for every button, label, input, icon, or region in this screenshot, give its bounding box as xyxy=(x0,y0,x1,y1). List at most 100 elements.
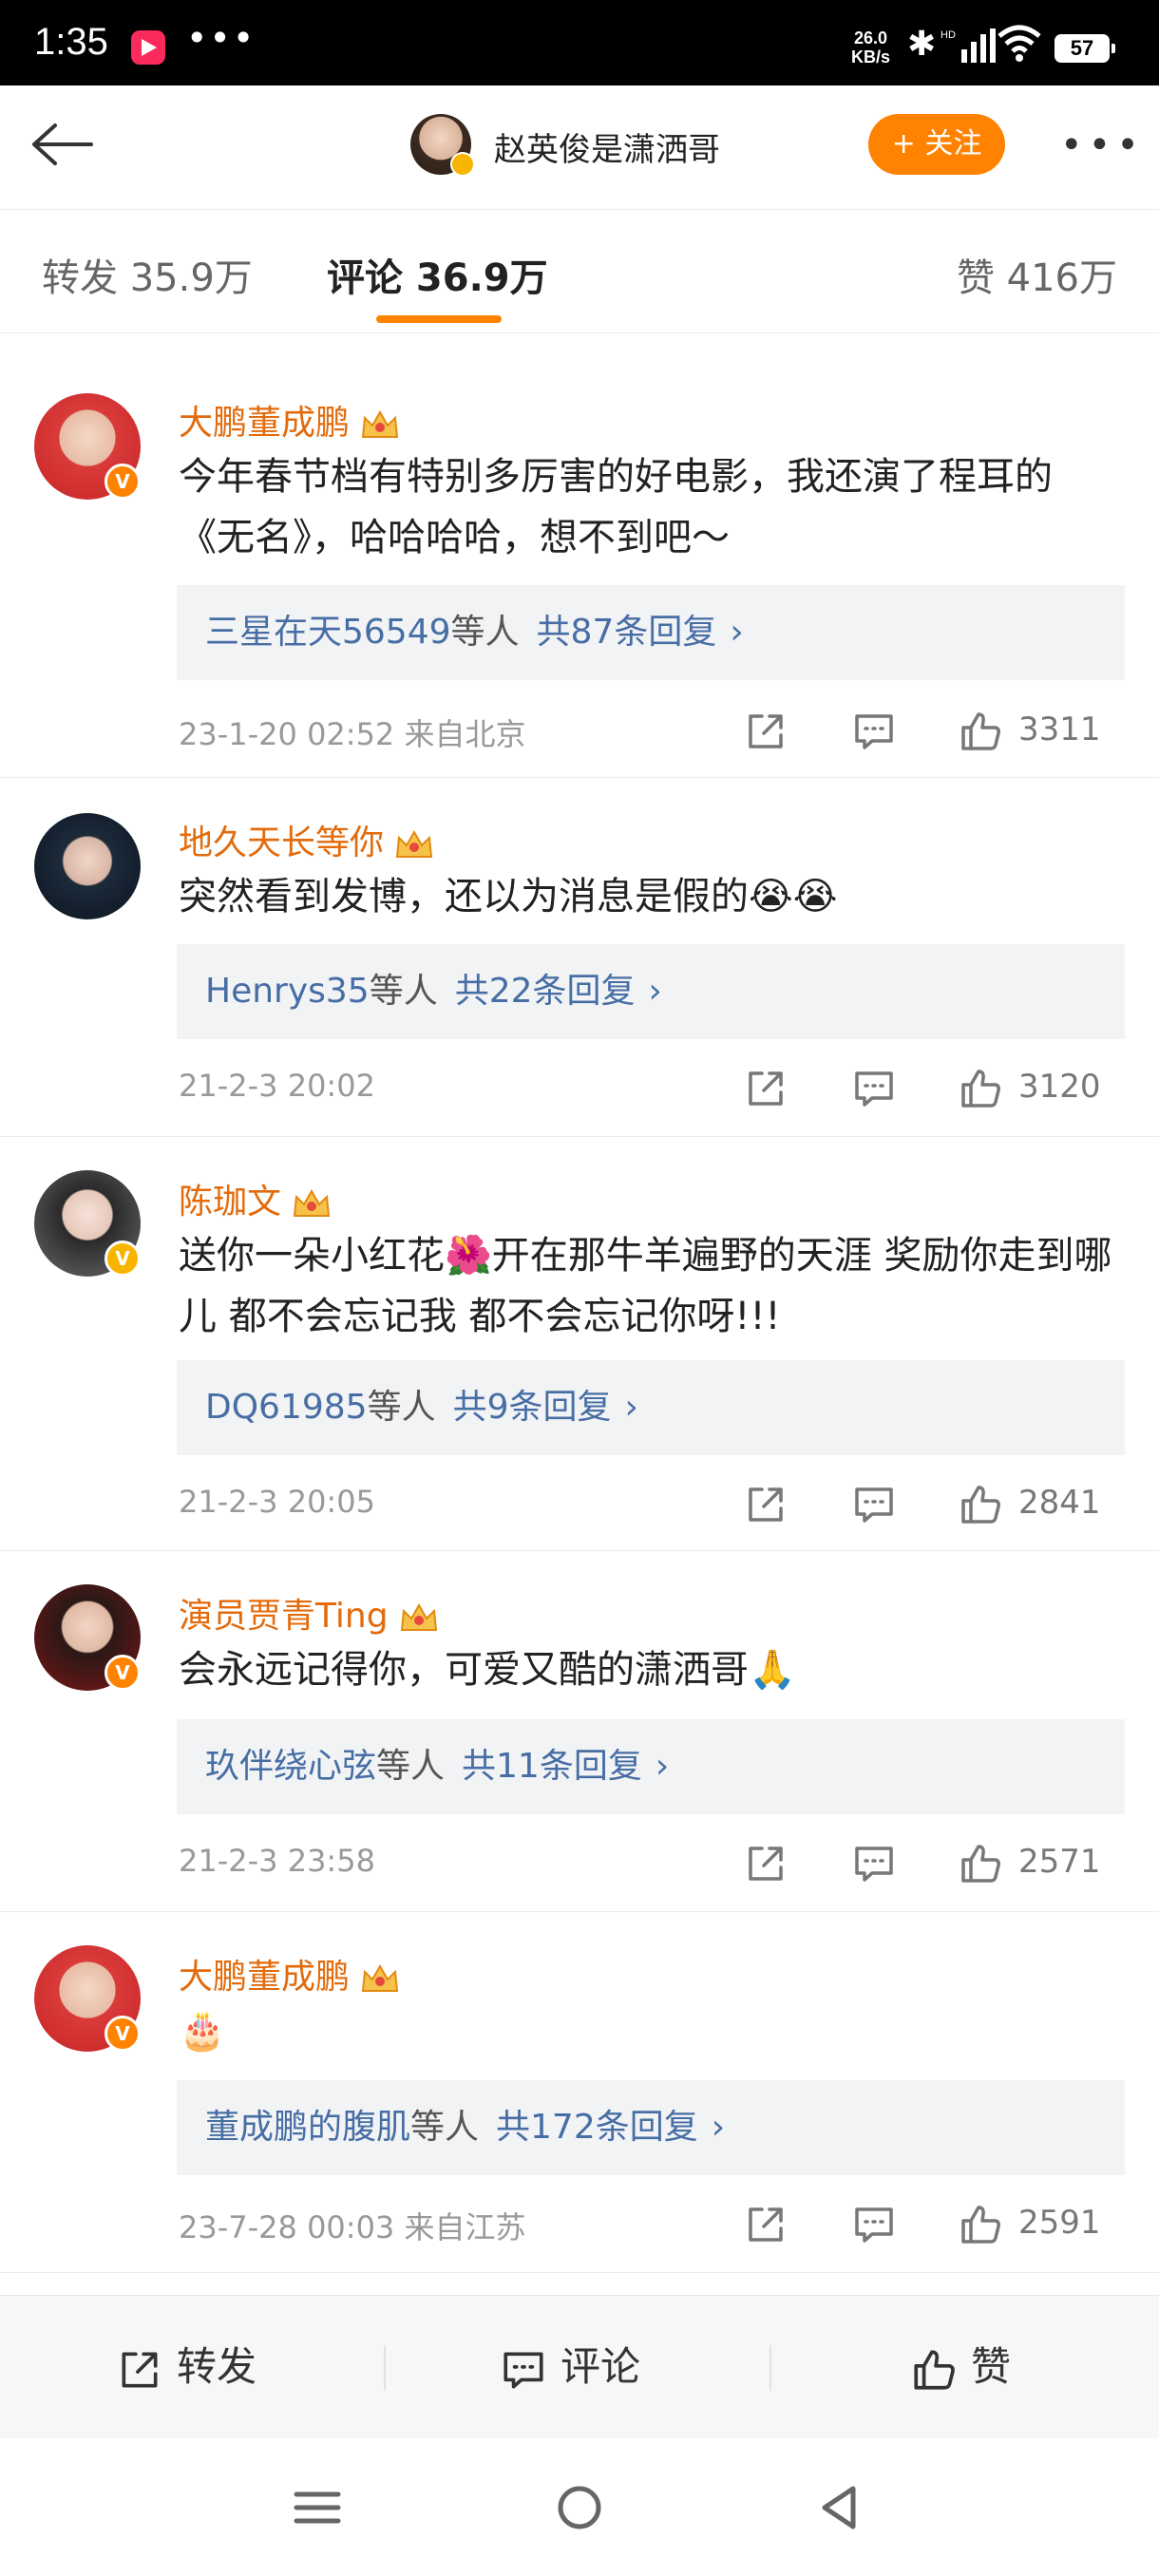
comment-item: V 大鹏董成鹏 今年春节档有特别多厉害的好电影，我还演了程耳的《无名》，哈哈哈哈… xyxy=(0,334,1159,778)
like-button[interactable]: 赞 xyxy=(910,2296,1011,2438)
repost-icon xyxy=(122,2352,158,2387)
commenter-avatar[interactable]: V xyxy=(34,1170,141,1277)
crown-badge-icon xyxy=(361,409,399,438)
comment-actions: 3120 xyxy=(743,1066,1123,1113)
comment-item: V 演员贾青Ting 会永远记得你，可爱又酷的潇洒哥🙏 玖伴绕心弦等人 共11条回… xyxy=(0,1550,1159,1912)
repost-label: 转发 xyxy=(177,2343,257,2390)
network-speed: 26.0 KB/s xyxy=(851,28,890,66)
comment-actions: 3311 xyxy=(743,709,1123,756)
crown-badge-icon xyxy=(400,1602,437,1631)
commenter-name[interactable]: 陈珈文 xyxy=(179,1174,332,1223)
active-tab-indicator xyxy=(376,315,502,323)
reply-preview[interactable]: 三星在天56549等人 共87条回复 › xyxy=(177,585,1125,680)
crown-badge-icon xyxy=(361,1963,399,1992)
like-icon[interactable] xyxy=(958,1066,1003,1111)
page-title[interactable]: 赵英俊是潇洒哥 xyxy=(494,123,720,170)
recent-apps-icon[interactable] xyxy=(291,2487,344,2529)
comment-icon[interactable] xyxy=(851,709,897,754)
reply-users[interactable]: 三星在天56549 xyxy=(177,613,451,652)
verified-badge-icon: V xyxy=(104,2016,141,2052)
status-bar: 1:35 ••• 26.0 KB/s ✱ HD 57 xyxy=(0,0,1159,85)
commenter-name-text: 大鹏董成鹏 xyxy=(179,404,351,443)
commenter-avatar[interactable]: V xyxy=(34,1945,141,2052)
reply-count[interactable]: 共172条回复 xyxy=(496,2108,698,2147)
reply-users[interactable]: 玖伴绕心弦 xyxy=(177,1747,376,1786)
like-icon[interactable] xyxy=(958,709,1003,754)
comment-button[interactable]: 评论 xyxy=(500,2296,640,2438)
author-avatar[interactable] xyxy=(410,114,475,177)
crown-badge-icon xyxy=(395,829,433,858)
verified-badge-icon xyxy=(450,152,475,177)
tab-likes[interactable]: 赞 416万 xyxy=(957,247,1117,302)
like-label: 赞 xyxy=(971,2343,1012,2390)
crown-badge-icon xyxy=(293,1188,331,1217)
commenter-name[interactable]: 演员贾青Ting xyxy=(179,1588,440,1638)
commenter-name-text: 陈珈文 xyxy=(179,1183,282,1222)
commenter-name[interactable]: 大鹏董成鹏 xyxy=(179,395,401,445)
reply-preview[interactable]: DQ61985等人 共9条回复 › xyxy=(177,1360,1125,1455)
comment-icon[interactable] xyxy=(851,1066,897,1111)
verified-badge-icon: V xyxy=(104,464,141,500)
like-count: 2571 xyxy=(1018,1843,1101,1881)
commenter-avatar[interactable]: V xyxy=(34,393,141,500)
reply-preview[interactable]: Henrys35等人 共22条回复 › xyxy=(177,944,1125,1039)
svg-text:HD: HD xyxy=(940,29,956,41)
reply-suffix: 等人 xyxy=(369,972,438,1011)
reply-count[interactable]: 共87条回复 xyxy=(537,613,717,652)
home-icon[interactable] xyxy=(555,2483,604,2532)
repost-icon[interactable] xyxy=(743,1841,788,1886)
repost-icon[interactable] xyxy=(743,1482,788,1527)
repost-icon[interactable] xyxy=(743,709,788,754)
reply-suffix: 等人 xyxy=(376,1747,446,1786)
like-icon[interactable] xyxy=(958,1482,1003,1527)
chevron-right-icon: › xyxy=(711,2108,726,2147)
top-header: 赵英俊是潇洒哥 + 关注 ••• xyxy=(0,85,1159,210)
reply-users[interactable]: 董成鹏的腹肌 xyxy=(177,2108,410,2147)
reply-count[interactable]: 共11条回复 xyxy=(462,1747,642,1786)
comment-meta: 21-2-3 20:05 xyxy=(179,1484,375,1520)
tab-repost[interactable]: 转发 35.9万 xyxy=(42,247,253,302)
reply-suffix: 等人 xyxy=(450,613,520,652)
comment-icon[interactable] xyxy=(851,1841,897,1886)
battery-icon: 57 xyxy=(1054,34,1115,63)
reply-preview[interactable]: 董成鹏的腹肌等人 共172条回复 › xyxy=(177,2080,1125,2175)
comment-item: 地久天长等你 突然看到发博，还以为消息是假的😭😭 Henrys35等人 共22条回… xyxy=(0,777,1159,1137)
chevron-right-icon: › xyxy=(648,972,662,1011)
more-options-icon[interactable]: ••• xyxy=(1060,123,1145,167)
comment-meta: 21-2-3 20:02 xyxy=(179,1068,375,1104)
like-icon[interactable] xyxy=(958,1841,1003,1886)
status-time: 1:35 xyxy=(34,21,108,63)
comment-icon[interactable] xyxy=(851,1482,897,1527)
comment-icon[interactable] xyxy=(851,2202,897,2247)
tab-comments[interactable]: 评论 36.9万 xyxy=(327,247,548,302)
chevron-right-icon: › xyxy=(655,1747,670,1786)
repost-icon[interactable] xyxy=(743,1066,788,1111)
reply-preview[interactable]: 玖伴绕心弦等人 共11条回复 › xyxy=(177,1719,1125,1814)
back-arrow-icon[interactable] xyxy=(27,116,95,173)
system-nav-bar xyxy=(0,2439,1159,2576)
comment-actions: 2841 xyxy=(743,1482,1123,1529)
reply-count[interactable]: 共22条回复 xyxy=(455,972,636,1011)
commenter-name[interactable]: 地久天长等你 xyxy=(179,815,435,864)
commenter-avatar[interactable] xyxy=(34,813,141,919)
follow-button[interactable]: + 关注 xyxy=(868,114,1005,175)
like-count: 2841 xyxy=(1018,1484,1101,1522)
like-icon[interactable] xyxy=(958,2202,1003,2247)
reply-count[interactable]: 共9条回复 xyxy=(453,1388,612,1427)
reply-users[interactable]: Henrys35 xyxy=(177,972,370,1011)
reply-users[interactable]: DQ61985 xyxy=(177,1388,368,1427)
repost-icon[interactable] xyxy=(743,2202,788,2247)
repost-button[interactable]: 转发 xyxy=(116,2296,256,2438)
commenter-avatar[interactable]: V xyxy=(34,1584,141,1691)
back-icon[interactable] xyxy=(815,2483,864,2532)
commenter-name-text: 大鹏董成鹏 xyxy=(179,1958,351,1997)
commenter-name[interactable]: 大鹏董成鹏 xyxy=(179,1949,401,1998)
reply-suffix: 等人 xyxy=(410,2108,480,2147)
comment-icon xyxy=(504,2352,543,2389)
like-count: 2591 xyxy=(1018,2204,1101,2242)
signal-icon: HD xyxy=(940,28,996,63)
comment-item: V 大鹏董成鹏 🎂 董成鹏的腹肌等人 共172条回复 › 23-7-28 00:03… xyxy=(0,1911,1159,2273)
tab-bar: 转发 35.9万 评论 36.9万 赞 416万 xyxy=(0,211,1159,333)
network-speed-value: 26.0 xyxy=(853,28,888,47)
commenter-name-text: 演员贾青Ting xyxy=(179,1597,389,1636)
